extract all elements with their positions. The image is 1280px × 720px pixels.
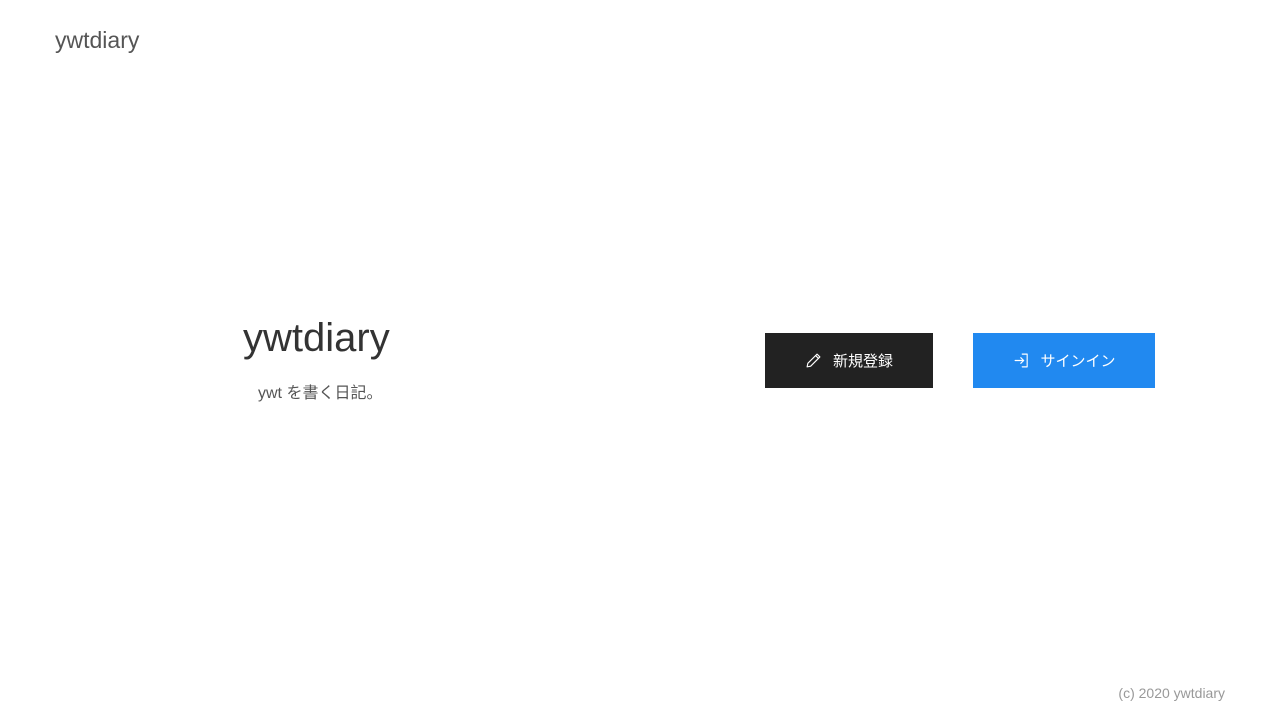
signin-button-label: サインイン (1040, 353, 1116, 370)
signup-button[interactable]: 新規登録 (765, 333, 933, 388)
landing-page: ywtdiary ywtdiary ywt を書く日記。 新規登録 サインイン … (0, 0, 1280, 720)
hero-subtitle: ywt を書く日記。 (258, 385, 383, 402)
hero-title: ywtdiary (243, 316, 390, 360)
footer-copyright: (c) 2020 ywtdiary (1118, 685, 1225, 701)
signup-button-label: 新規登録 (832, 353, 893, 370)
brand-link[interactable]: ywtdiary (55, 26, 139, 54)
pencil-icon (805, 352, 823, 370)
sign-in-icon (1012, 352, 1030, 370)
signin-button[interactable]: サインイン (973, 333, 1155, 388)
